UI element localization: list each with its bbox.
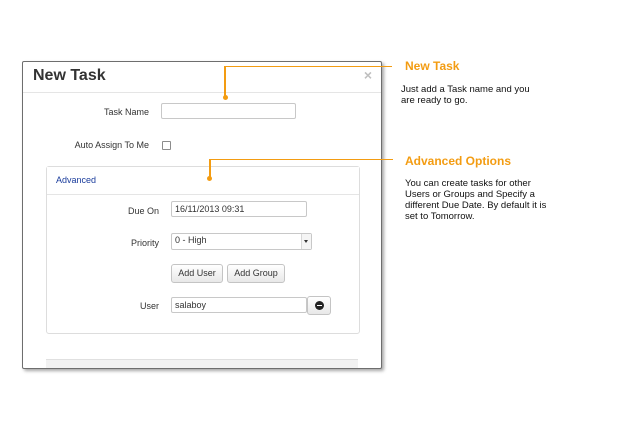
header-divider <box>23 92 381 93</box>
advanced-panel-title[interactable]: Advanced <box>56 175 96 185</box>
callout-dot-advanced <box>207 176 212 181</box>
add-group-button[interactable]: Add Group <box>227 264 285 283</box>
auto-assign-label: Auto Assign To Me <box>74 140 149 150</box>
auto-assign-checkbox[interactable] <box>162 141 171 150</box>
remove-user-button[interactable] <box>307 296 331 315</box>
chevron-down-icon[interactable] <box>301 234 311 249</box>
priority-selected-value: 0 - High <box>175 235 207 245</box>
callout-title-new-task: New Task <box>405 59 460 73</box>
new-task-dialog: New Task × Task Name Auto Assign To Me A… <box>22 61 382 369</box>
dialog-footer <box>46 359 358 368</box>
dialog-title: New Task <box>33 67 106 84</box>
task-name-input[interactable] <box>161 103 296 119</box>
minus-circle-icon <box>315 301 324 310</box>
callout-dot-new-task <box>223 95 228 100</box>
callout-title-advanced-options: Advanced Options <box>405 154 512 168</box>
advanced-panel-header[interactable]: Advanced <box>47 167 359 195</box>
callout-line-new-task-vertical <box>224 66 226 98</box>
add-user-button[interactable]: Add User <box>171 264 223 283</box>
priority-select[interactable]: 0 - High <box>171 233 312 250</box>
callout-line-advanced-horizontal <box>209 159 393 160</box>
callout-line-new-task-horizontal <box>224 66 392 67</box>
close-icon[interactable]: × <box>364 67 372 83</box>
user-input[interactable] <box>171 297 307 313</box>
due-on-input[interactable] <box>171 201 307 217</box>
callout-text-new-task: Just add a Task name and you are ready t… <box>401 84 530 106</box>
due-on-label: Due On <box>127 206 159 216</box>
user-label: User <box>139 301 159 311</box>
priority-label: Priority <box>130 238 159 248</box>
advanced-panel: Advanced Due On Priority 0 - High Add Us… <box>46 166 360 334</box>
callout-text-advanced-options: You can create tasks for other Users or … <box>405 178 547 222</box>
task-name-label: Task Name <box>103 107 149 117</box>
